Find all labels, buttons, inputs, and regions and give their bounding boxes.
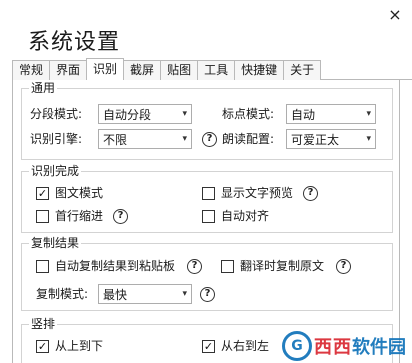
copy-result-group: 复制结果 自动复制结果到粘贴板 ? 翻译时复制原文 ? 复制模式: 最快 ▾ ? xyxy=(21,236,393,311)
watermark-brand-blue: 软件园 xyxy=(352,337,406,358)
top-to-bottom-label: 从上到下 xyxy=(55,339,104,353)
help-icon[interactable]: ? xyxy=(113,208,129,224)
checkbox-icon[interactable] xyxy=(36,259,49,273)
help-icon[interactable]: ? xyxy=(202,131,217,147)
vertical-group-label: 竖排 xyxy=(29,317,58,331)
chevron-down-icon: ▾ xyxy=(182,109,187,119)
engine-label: 识别引擎: xyxy=(30,132,83,146)
watermark-brand-red: 西西 xyxy=(314,337,352,358)
engine-select[interactable]: 不限 ▾ xyxy=(98,129,192,149)
first-line-indent-option[interactable]: 首行缩进 ? xyxy=(36,208,129,224)
right-to-left-label: 从右到左 xyxy=(221,339,270,353)
auto-copy-option[interactable]: 自动复制结果到粘贴板 ? xyxy=(36,258,203,274)
copy-mode-value: 最快 xyxy=(103,287,128,302)
translate-copy-label: 翻译时复制原文 xyxy=(240,259,325,273)
show-preview-option[interactable]: 显示文字预览 ? xyxy=(202,185,319,201)
after-recognition-group: 识别完成 ✓ 图文模式 显示文字预览 ? 首行缩进 ? 自动对齐 xyxy=(21,164,393,233)
copy-mode-label: 复制模式: xyxy=(36,287,89,301)
punct-mode-label: 标点模式: xyxy=(222,107,275,121)
checkbox-checked-icon[interactable]: ✓ xyxy=(36,339,49,353)
chevron-down-icon: ▾ xyxy=(366,109,371,119)
general-group: 通用 分段模式: 自动分段 ▾ 标点模式: 自动 ▾ 识别引擎: 不限 ▾ ? … xyxy=(21,81,393,160)
watermark-logo-icon: G xyxy=(282,331,312,361)
translate-copy-option[interactable]: 翻译时复制原文 ? xyxy=(221,258,352,274)
tab-general[interactable]: 常规 xyxy=(12,60,51,80)
general-group-label: 通用 xyxy=(29,81,58,95)
tab-tools[interactable]: 工具 xyxy=(197,60,236,80)
checkbox-icon[interactable] xyxy=(202,186,215,200)
chevron-down-icon: ▾ xyxy=(366,134,371,144)
voice-value: 可爱正太 xyxy=(291,132,340,147)
tab-hotkeys[interactable]: 快捷键 xyxy=(234,60,285,80)
checkbox-icon[interactable] xyxy=(221,259,234,273)
window-title: 系统设置 xyxy=(28,30,121,55)
auto-align-label: 自动对齐 xyxy=(221,209,270,223)
tab-bar: 常规 界面 识别 截屏 贴图 工具 快捷键 关于 xyxy=(12,58,412,80)
segment-mode-value: 自动分段 xyxy=(103,107,152,122)
segment-mode-row: 分段模式: 自动分段 ▾ xyxy=(30,104,192,124)
engine-row: 识别引擎: 不限 ▾ ? xyxy=(30,129,217,149)
tab-recognition[interactable]: 识别 xyxy=(86,58,125,80)
tab-screenshot[interactable]: 截屏 xyxy=(123,60,162,80)
voice-row: 朗读配置: 可爱正太 ▾ xyxy=(222,129,376,149)
image-text-mode-option[interactable]: ✓ 图文模式 xyxy=(36,185,103,201)
segment-mode-select[interactable]: 自动分段 ▾ xyxy=(98,104,192,124)
image-text-mode-label: 图文模式 xyxy=(55,186,104,200)
chevron-down-icon: ▾ xyxy=(182,134,187,144)
help-icon[interactable]: ? xyxy=(187,258,203,274)
after-recognition-group-label: 识别完成 xyxy=(29,164,82,178)
help-icon[interactable]: ? xyxy=(336,258,352,274)
engine-value: 不限 xyxy=(103,132,128,147)
punct-mode-select[interactable]: 自动 ▾ xyxy=(286,104,376,124)
recognition-panel: 通用 分段模式: 自动分段 ▾ 标点模式: 自动 ▾ 识别引擎: 不限 ▾ ? … xyxy=(12,80,400,363)
right-to-left-option[interactable]: ✓ 从右到左 xyxy=(202,338,269,354)
voice-select[interactable]: 可爱正太 ▾ xyxy=(286,129,376,149)
tab-about[interactable]: 关于 xyxy=(283,60,322,80)
copy-mode-row: 复制模式: 最快 ▾ ? xyxy=(36,284,215,304)
copy-mode-select[interactable]: 最快 ▾ xyxy=(98,284,192,304)
help-icon[interactable]: ? xyxy=(200,286,215,302)
voice-label: 朗读配置: xyxy=(222,132,275,146)
show-preview-label: 显示文字预览 xyxy=(221,186,294,200)
checkbox-icon[interactable] xyxy=(202,209,215,223)
auto-copy-label: 自动复制结果到粘贴板 xyxy=(55,259,176,273)
checkbox-checked-icon[interactable]: ✓ xyxy=(36,186,49,200)
watermark: G 西西 软件园 xyxy=(282,331,406,361)
help-icon[interactable]: ? xyxy=(303,185,319,201)
auto-align-option[interactable]: 自动对齐 xyxy=(202,208,269,224)
punct-mode-value: 自动 xyxy=(291,107,316,122)
chevron-down-icon: ▾ xyxy=(182,289,187,299)
close-button[interactable]: × xyxy=(386,6,404,24)
copy-result-group-label: 复制结果 xyxy=(29,236,82,250)
tab-sticker[interactable]: 贴图 xyxy=(160,60,199,80)
first-line-indent-label: 首行缩进 xyxy=(55,209,104,223)
tab-interface[interactable]: 界面 xyxy=(49,60,88,80)
checkbox-checked-icon[interactable]: ✓ xyxy=(202,339,215,353)
top-to-bottom-option[interactable]: ✓ 从上到下 xyxy=(36,338,103,354)
checkbox-icon[interactable] xyxy=(36,209,49,223)
punct-mode-row: 标点模式: 自动 ▾ xyxy=(222,104,376,124)
segment-mode-label: 分段模式: xyxy=(30,107,83,121)
